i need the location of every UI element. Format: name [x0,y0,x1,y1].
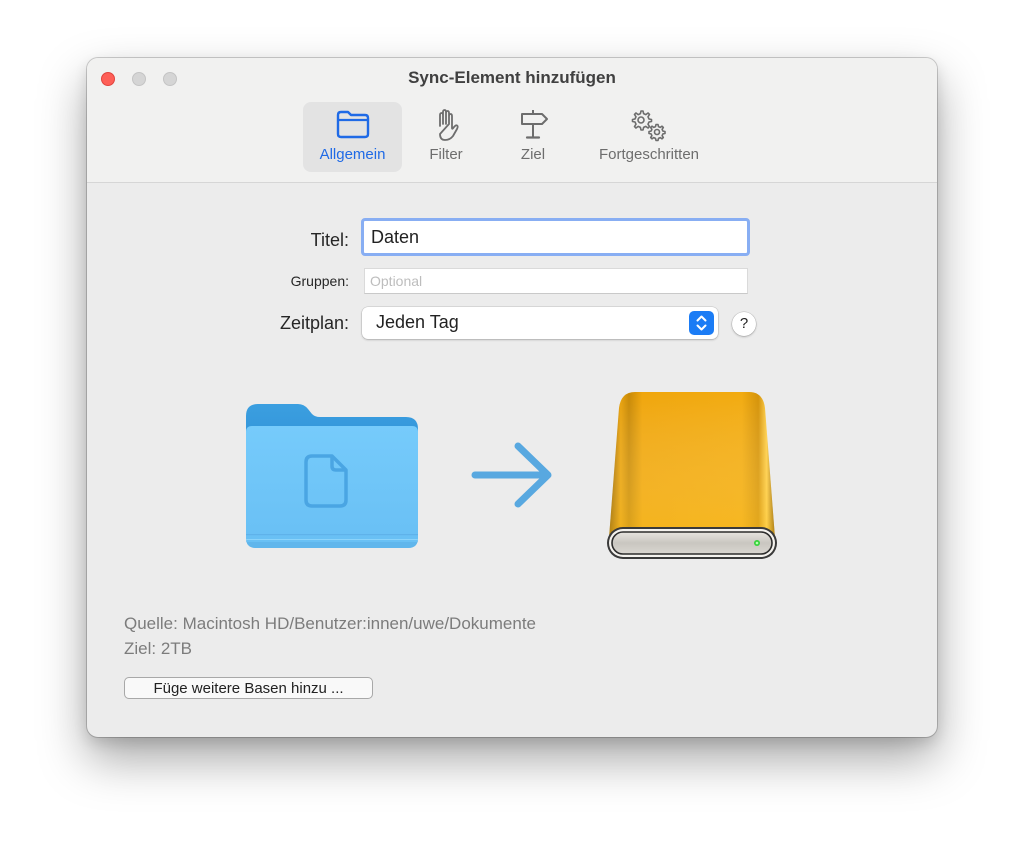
help-button[interactable]: ? [732,312,756,336]
tab-label: Fortgeschritten [598,146,700,163]
title-label: Titel: [310,230,349,250]
tab-label: Ziel [520,146,546,163]
add-bases-button[interactable]: Füge weitere Basen hinzu ... [124,677,373,699]
groups-input[interactable] [364,268,748,294]
schedule-popup[interactable]: Jeden Tag [362,307,718,339]
title-input[interactable] [361,218,750,256]
schedule-label: Zeitplan: [279,313,349,333]
titlebar: Sync-Element hinzufügen Allgemein Filter [87,58,937,183]
arrow-right-icon [471,442,553,513]
schedule-value: Jeden Tag [376,312,459,332]
groups-label: Gruppen: [290,273,349,289]
tab-filter[interactable]: Filter [415,102,477,172]
destination-name: Ziel: 2TB [124,639,193,658]
gears-icon [626,108,672,147]
source-path: Quelle: Macintosh HD/Benutzer:innen/uwe/… [124,614,536,633]
sync-element-window: Sync-Element hinzufügen Allgemein Filter [87,58,937,737]
documents-folder-icon [244,402,420,557]
tab-label: Filter [429,146,463,163]
chevron-up-down-icon [689,311,714,335]
tab-allgemein[interactable]: Allgemein [303,102,402,172]
tab-label: Allgemein [319,146,386,163]
tab-ziel[interactable]: Ziel [505,102,561,172]
signpost-icon [516,108,550,147]
tab-fortgeschritten[interactable]: Fortgeschritten [581,102,717,172]
folder-icon [335,108,371,145]
external-drive-icon [605,390,779,567]
window-title: Sync-Element hinzufügen [408,68,616,87]
hand-icon [431,108,461,147]
